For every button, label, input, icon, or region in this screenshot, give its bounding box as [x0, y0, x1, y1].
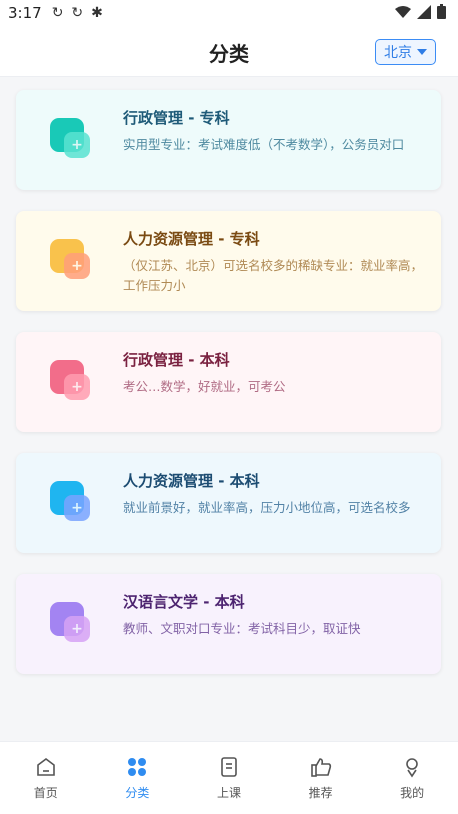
category-title: 行政管理 - 专科 — [123, 109, 230, 127]
tab-profile[interactable]: 我的 — [366, 742, 458, 814]
sync-icon: ↻ — [71, 5, 84, 21]
category-icon: + — [50, 602, 94, 646]
category-title: 人力资源管理 - 本科 — [123, 472, 260, 490]
tab-label: 我的 — [400, 785, 425, 800]
category-desc: 实用型专业：考试难度低（不考数学），公务员对口 — [123, 137, 405, 152]
signal-icon — [417, 4, 431, 19]
category-icon: + — [50, 360, 94, 404]
city-label: 北京 — [384, 45, 412, 61]
chevron-down-icon — [417, 49, 427, 55]
category-title: 行政管理 - 本科 — [123, 351, 230, 369]
app-header: 分类 北京 — [0, 26, 458, 77]
category-icon — [128, 757, 147, 776]
category-title: 人力资源管理 - 专科 — [123, 230, 260, 248]
tab-label: 分类 — [125, 785, 150, 800]
city-selector[interactable]: 北京 — [375, 39, 436, 65]
thumb-up-icon — [310, 757, 331, 777]
category-icon: + — [50, 481, 94, 525]
tab-category[interactable]: 分类 — [92, 742, 184, 814]
status-bar: 3:17 ↻ ↻ ✱ — [0, 0, 458, 26]
profile-icon — [406, 757, 418, 777]
category-desc: 就业前景好，就业率高，压力小地位高，可选名校多 — [123, 500, 411, 515]
status-time: 3:17 — [8, 4, 42, 22]
tab-home[interactable]: 首页 — [0, 742, 92, 814]
tab-recommend[interactable]: 推荐 — [275, 742, 367, 814]
category-card[interactable]: + 人力资源管理 - 专科 （仅江苏、北京）可选名校多的稀缺专业：就业率高，工作… — [16, 211, 441, 311]
category-list: + 行政管理 - 专科 实用型专业：考试难度低（不考数学），公务员对口 + 人力… — [16, 90, 441, 695]
category-card[interactable]: + 行政管理 - 本科 考公…数学，好就业，可考公 — [16, 332, 441, 432]
sync-icon: ↻ — [51, 5, 64, 21]
tab-label: 推荐 — [308, 785, 333, 800]
category-desc: 考公…数学，好就业，可考公 — [123, 379, 286, 394]
category-icon: + — [50, 239, 94, 283]
home-icon — [36, 757, 55, 776]
tab-label: 首页 — [33, 785, 58, 800]
category-card[interactable]: + 人力资源管理 - 本科 就业前景好，就业率高，压力小地位高，可选名校多 — [16, 453, 441, 553]
category-icon: + — [50, 118, 94, 162]
tab-label: 上课 — [216, 785, 241, 800]
bug-icon: ✱ — [91, 5, 103, 21]
battery-icon — [437, 4, 446, 19]
bottom-tab-bar: 首页 分类 上课 推荐 我的 — [0, 741, 458, 814]
category-card[interactable]: + 行政管理 - 专科 实用型专业：考试难度低（不考数学），公务员对口 — [16, 90, 441, 190]
tab-class[interactable]: 上课 — [183, 742, 275, 814]
category-desc: （仅江苏、北京）可选名校多的稀缺专业：就业率高，工作压力小 — [123, 258, 424, 293]
book-icon — [221, 756, 237, 777]
wifi-icon — [395, 5, 411, 18]
category-desc: 教师、文职对口专业：考试科目少，取证快 — [123, 621, 361, 636]
category-title: 汉语言文学 - 本科 — [123, 593, 245, 611]
category-card[interactable]: + 汉语言文学 - 本科 教师、文职对口专业：考试科目少，取证快 — [16, 574, 441, 674]
